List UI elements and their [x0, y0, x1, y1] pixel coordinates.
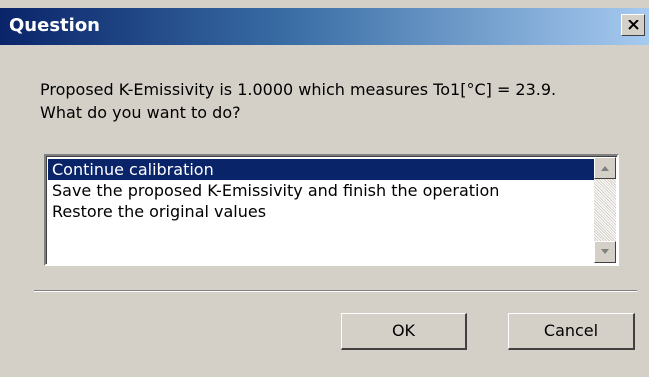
scroll-up-button[interactable]	[594, 157, 616, 179]
arrow-up-icon	[601, 166, 609, 171]
scroll-down-button[interactable]	[594, 241, 616, 263]
list-item-continue-calibration[interactable]: Continue calibration	[48, 159, 596, 180]
ok-button[interactable]: OK	[341, 313, 467, 350]
close-icon	[628, 20, 639, 30]
message-line-2: What do you want to do?	[40, 103, 241, 122]
vertical-scrollbar[interactable]	[594, 157, 616, 263]
separator-line	[34, 290, 637, 292]
list-item-save-and-finish[interactable]: Save the proposed K-Emissivity and finis…	[48, 180, 596, 201]
title-bar[interactable]: Question	[0, 8, 649, 45]
dialog-message: Proposed K-Emissivity is 1.0000 which me…	[40, 78, 640, 124]
cancel-button[interactable]: Cancel	[508, 313, 635, 350]
dialog-title: Question	[9, 15, 100, 36]
options-listbox[interactable]: Continue calibration Save the proposed K…	[44, 154, 619, 266]
options-list: Continue calibration Save the proposed K…	[48, 159, 596, 222]
list-item-restore-original[interactable]: Restore the original values	[48, 201, 596, 222]
arrow-down-icon	[601, 249, 609, 254]
question-dialog: Question Proposed K-Emissivity is 1.0000…	[0, 0, 649, 377]
message-line-1: Proposed K-Emissivity is 1.0000 which me…	[40, 80, 557, 99]
close-button[interactable]	[621, 14, 645, 36]
